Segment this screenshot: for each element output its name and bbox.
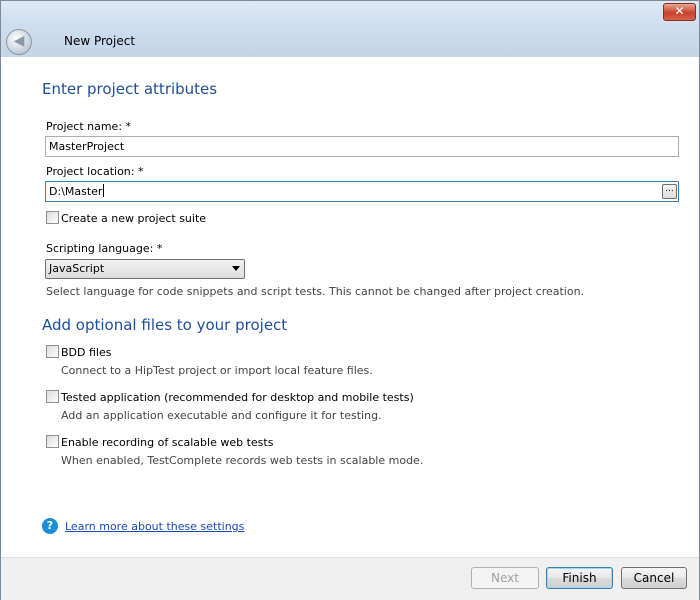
scalable-web-label[interactable]: Enable recording of scalable web tests <box>61 436 273 449</box>
ellipsis-icon: ... <box>665 184 674 194</box>
create-suite-label[interactable]: Create a new project suite <box>61 212 206 225</box>
cancel-button[interactable]: Cancel <box>621 567 687 589</box>
create-suite-checkbox[interactable] <box>46 211 59 224</box>
next-button[interactable]: Next <box>471 567 539 589</box>
title-bar: ✕ ◀ New Project <box>1 1 699 57</box>
project-location-value: D:\Master <box>49 185 103 198</box>
scalable-web-hint: When enabled, TestComplete records web t… <box>61 454 424 467</box>
optional-files-heading: Add optional files to your project <box>42 316 288 334</box>
scripting-language-hint: Select language for code snippets and sc… <box>46 285 585 298</box>
chevron-down-icon <box>232 266 240 271</box>
tested-app-checkbox[interactable] <box>46 390 59 403</box>
back-arrow-icon: ◀ <box>13 33 25 49</box>
dialog-title: New Project <box>64 34 136 48</box>
browse-button[interactable]: ... <box>662 184 677 199</box>
finish-button[interactable]: Finish <box>546 567 613 589</box>
bdd-files-hint: Connect to a HipTest project or import l… <box>61 364 373 377</box>
bdd-files-checkbox[interactable] <box>46 345 59 358</box>
text-caret <box>103 184 105 197</box>
project-name-value: MasterProject <box>49 140 125 153</box>
close-button[interactable]: ✕ <box>663 3 696 21</box>
project-location-input[interactable]: D:\Master <box>45 181 679 202</box>
scripting-language-label: Scripting language: * <box>46 242 163 255</box>
tested-app-label[interactable]: Tested application (recommended for desk… <box>61 391 414 404</box>
button-bar: Next Finish Cancel <box>1 557 699 600</box>
scalable-web-checkbox[interactable] <box>46 435 59 448</box>
tested-app-hint: Add an application executable and config… <box>61 409 382 422</box>
project-name-input[interactable]: MasterProject <box>45 136 679 157</box>
project-location-label: Project location: * <box>46 165 144 178</box>
new-project-dialog: ✕ ◀ New Project Enter project attributes… <box>0 0 700 600</box>
back-button[interactable]: ◀ <box>6 29 32 55</box>
scripting-language-value: JavaScript <box>49 262 105 275</box>
learn-more-link[interactable]: Learn more about these settings <box>65 520 244 533</box>
attributes-heading: Enter project attributes <box>42 80 218 98</box>
close-icon: ✕ <box>674 4 685 18</box>
scripting-language-select[interactable]: JavaScript <box>45 259 245 279</box>
project-name-label: Project name: * <box>46 120 132 133</box>
help-icon: ? <box>42 518 58 534</box>
bdd-files-label[interactable]: BDD files <box>61 346 111 359</box>
